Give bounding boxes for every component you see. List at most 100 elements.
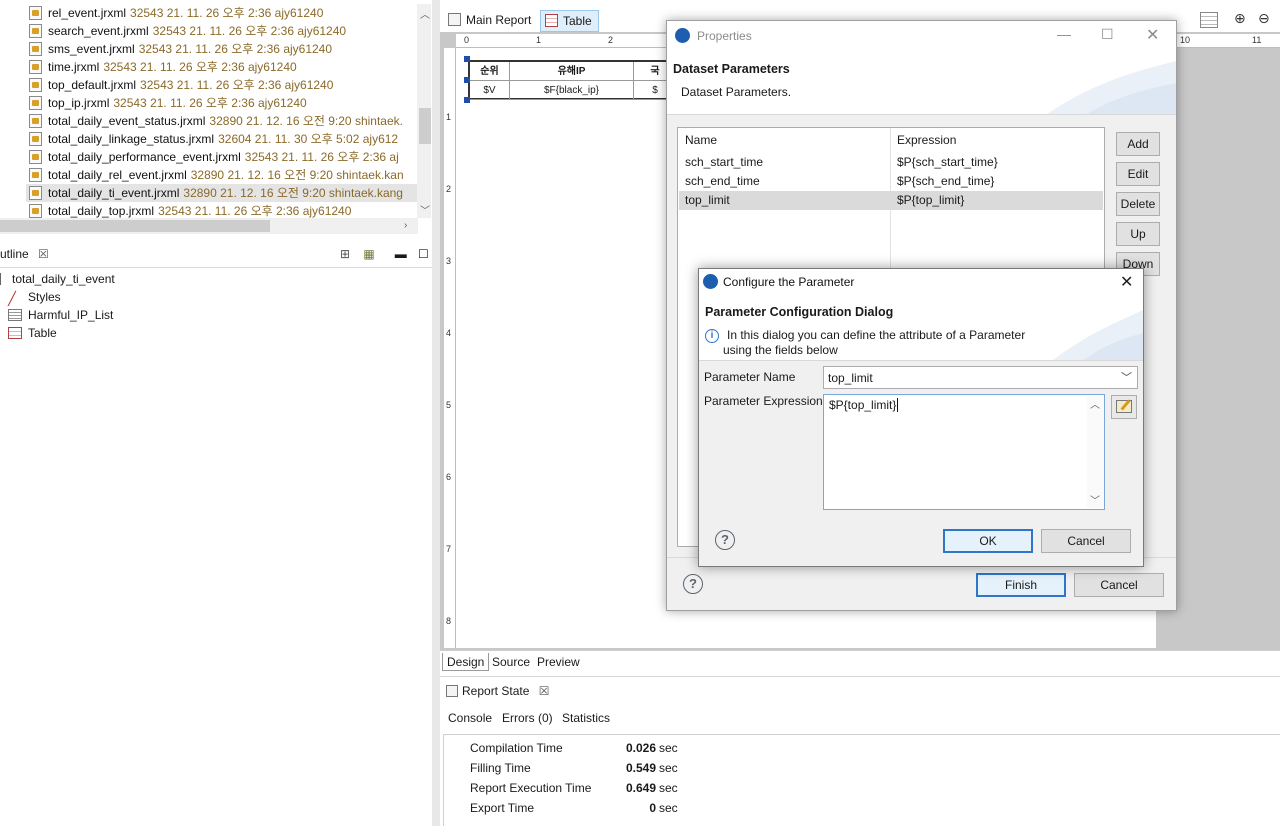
minimize-icon[interactable]: ▬ <box>395 247 409 261</box>
config-titlebar[interactable]: Configure the Parameter ✕ <box>699 269 1143 295</box>
help-icon[interactable]: ? <box>683 574 703 594</box>
close-icon[interactable]: ☒ <box>539 684 550 698</box>
report-icon <box>0 273 6 285</box>
add-button[interactable]: Add <box>1116 132 1160 156</box>
outline-item-dataset[interactable]: Harmful_IP_List <box>8 306 113 324</box>
file-meta: 32543 21. 11. 26 오후 2:36 ajy61240 <box>152 24 347 38</box>
outline-item-table[interactable]: Table <box>8 324 57 342</box>
panel-splitter[interactable] <box>432 0 440 826</box>
outline-item-styles[interactable]: ╱ Styles <box>8 288 61 306</box>
ruler-label: 8 <box>446 616 452 626</box>
outline-tab[interactable]: utline ☒ <box>0 247 49 261</box>
column-header-expression[interactable]: Expression <box>897 133 956 147</box>
close-icon[interactable]: ✕ <box>1120 272 1133 292</box>
zoom-in-icon[interactable]: ⊕ <box>1234 10 1246 27</box>
table-header-cell[interactable]: 순위 <box>470 62 510 81</box>
zoom-out-icon[interactable]: ⊖ <box>1258 10 1270 27</box>
table-detail-cell[interactable]: $F{black_ip} <box>510 81 634 100</box>
column-header-name[interactable]: Name <box>685 133 717 147</box>
close-icon[interactable]: ☒ <box>38 247 49 261</box>
scroll-down-icon[interactable]: ﹀ <box>1090 492 1100 507</box>
delete-button[interactable]: Delete <box>1116 192 1160 216</box>
cancel-button[interactable]: Cancel <box>1074 573 1164 597</box>
report-icon <box>448 13 461 26</box>
minimize-icon[interactable]: — <box>1057 26 1071 42</box>
tab-console[interactable]: Console <box>448 711 492 725</box>
layout-icon[interactable] <box>1200 12 1218 28</box>
file-list-item[interactable]: rel_event.jrxml 32543 21. 11. 26 오후 2:36 … <box>26 4 418 22</box>
maximize-icon[interactable]: ☐ <box>418 247 432 261</box>
file-row-text: total_daily_performance_event.jrxml 32543… <box>48 148 399 166</box>
file-list-item[interactable]: total_daily_event_status.jrxml 32890 21. … <box>26 112 418 130</box>
parameter-name-combo[interactable]: top_limit ﹀ <box>823 366 1138 389</box>
ruler-label: 1 <box>446 112 452 122</box>
table-header-cell[interactable]: 유해IP <box>510 62 634 81</box>
tab-main-report[interactable]: Main Report <box>444 10 537 32</box>
properties-titlebar[interactable]: Properties — ☐ ✕ <box>667 21 1176 51</box>
report-table[interactable]: 순위 유해IP 국 $V $F{black_ip} $ <box>468 60 678 100</box>
tab-errors[interactable]: Errors (0) <box>502 711 553 725</box>
param-expression: $P{sch_start_time} <box>897 155 998 169</box>
config-header-title: Parameter Configuration Dialog <box>705 305 894 319</box>
table-row[interactable]: top_limit $P{top_limit} <box>679 191 1103 210</box>
resize-handle[interactable] <box>464 56 470 62</box>
ruler-label: 1 <box>536 35 542 45</box>
file-name: total_daily_performance_event.jrxml <box>48 150 241 164</box>
filter-icon[interactable]: ▦ <box>363 247 385 261</box>
up-button[interactable]: Up <box>1116 222 1160 246</box>
ruler-label: 6 <box>446 472 452 482</box>
statistics-box <box>443 734 1280 826</box>
file-row-text: time.jrxml 32543 21. 11. 26 오후 2:36 ajy61… <box>48 58 297 76</box>
tree-icon[interactable]: ⊞ <box>340 247 354 261</box>
table-detail-cell[interactable]: $V <box>470 81 510 100</box>
chevron-down-icon[interactable]: ﹀ <box>1121 369 1132 385</box>
report-state-title: Report State <box>462 684 530 698</box>
tab-statistics[interactable]: Statistics <box>562 711 610 725</box>
tab-table[interactable]: Table <box>540 10 599 32</box>
file-list-hscroll-thumb[interactable] <box>0 220 270 232</box>
file-list-item[interactable]: search_event.jrxml 32543 21. 11. 26 오후 2:… <box>26 22 418 40</box>
file-list-item[interactable]: sms_event.jrxml 32543 21. 11. 26 오후 2:36 … <box>26 40 418 58</box>
jrxml-file-icon <box>29 204 42 218</box>
outline-toolbar: ⊞ ▦ ▬ ☐ <box>340 247 432 261</box>
tab-source[interactable]: Source <box>488 653 534 671</box>
editor-mode-tabs: Design Source Preview <box>440 650 1280 672</box>
file-list-item[interactable]: top_ip.jrxml 32543 21. 11. 26 오후 2:36 ajy… <box>26 94 418 112</box>
table-icon <box>8 327 22 339</box>
scroll-right-icon[interactable]: › <box>404 220 407 231</box>
tab-preview[interactable]: Preview <box>533 653 584 671</box>
close-icon[interactable]: ✕ <box>1146 25 1159 45</box>
finish-button[interactable]: Finish <box>976 573 1066 597</box>
cancel-button[interactable]: Cancel <box>1041 529 1131 553</box>
report-state-tab[interactable]: Report State ☒ <box>446 684 549 698</box>
help-icon[interactable]: ? <box>715 530 735 550</box>
outline-root[interactable]: total_daily_ti_event <box>0 270 115 288</box>
resize-handle[interactable] <box>464 77 470 83</box>
info-icon: i <box>705 329 719 343</box>
parameter-name-label: Parameter Name <box>704 370 796 384</box>
stat-label: Report Execution Time <box>470 781 592 795</box>
tab-design[interactable]: Design <box>442 653 490 671</box>
file-list-item[interactable]: time.jrxml 32543 21. 11. 26 오후 2:36 ajy61… <box>26 58 418 76</box>
edit-button[interactable]: Edit <box>1116 162 1160 186</box>
file-list-item[interactable]: top_default.jrxml 32543 21. 11. 26 오후 2:3… <box>26 76 418 94</box>
stat-value: 0.026 <box>625 741 656 755</box>
jrxml-file-icon <box>29 6 42 20</box>
scroll-down-icon[interactable]: ﹀ <box>420 202 430 217</box>
file-list-item[interactable]: total_daily_linkage_status.jrxml 32604 21… <box>26 130 418 148</box>
file-list-item[interactable]: total_daily_rel_event.jrxml 32890 21. 12.… <box>26 166 418 184</box>
textarea-scrollbar[interactable]: ︿ ﹀ <box>1087 396 1104 508</box>
maximize-icon[interactable]: ☐ <box>1101 26 1114 43</box>
ok-button[interactable]: OK <box>943 529 1033 553</box>
resize-handle[interactable] <box>464 97 470 103</box>
file-meta: 32890 21. 12. 16 오전 9:20 shintaek.kan <box>190 168 404 182</box>
file-list-item[interactable]: total_daily_performance_event.jrxml 32543… <box>26 148 418 166</box>
file-list-item[interactable]: total_daily_ti_event.jrxml 32890 21. 12. … <box>26 184 418 202</box>
parameter-expression-textarea[interactable]: $P{top_limit} <box>823 394 1105 510</box>
table-row[interactable]: sch_start_time $P{sch_start_time} <box>679 153 1103 172</box>
expression-editor-button[interactable] <box>1111 395 1137 419</box>
scroll-up-icon[interactable]: ︿ <box>420 6 430 21</box>
scroll-up-icon[interactable]: ︿ <box>1090 396 1100 411</box>
file-list-scroll-thumb[interactable] <box>419 108 431 144</box>
table-row[interactable]: sch_end_time $P{sch_end_time} <box>679 172 1103 191</box>
